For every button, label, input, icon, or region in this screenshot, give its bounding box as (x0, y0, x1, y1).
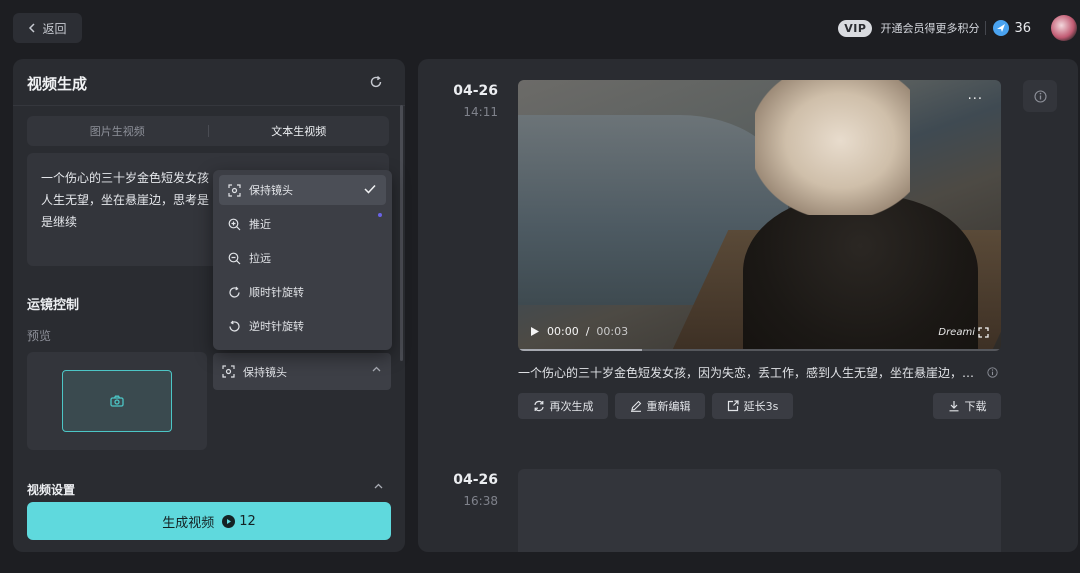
result-date: 04-26 (453, 83, 498, 99)
avatar[interactable] (1051, 15, 1077, 41)
more-icon[interactable]: ··· (968, 92, 983, 107)
points-icon (222, 514, 236, 528)
result-description-text: 一个伤心的三十岁金色短发女孩，因为失恋，丢工作，感到人生无望，坐在悬崖边，思..… (518, 366, 981, 380)
panel-title: 视频生成 (27, 75, 88, 93)
info-icon (1033, 89, 1047, 103)
check-icon (364, 184, 376, 194)
video-settings-label[interactable]: 视频设置 (27, 481, 75, 498)
video-controls: 00:00 / 00:03 (530, 325, 628, 338)
camera-mode-dropdown: 保持镜头 推近 拉远 顺时针旋转 逆时针旋转 (213, 170, 392, 350)
camera-control-label: 运镜控制 (27, 298, 80, 313)
generate-label: 生成视频 (162, 515, 215, 531)
dropdown-item-rotate-cw[interactable]: 顺时针旋转 (219, 277, 386, 307)
info-button[interactable] (1023, 80, 1057, 112)
video-total-time: 00:03 (596, 325, 629, 338)
chevron-left-icon (29, 23, 36, 33)
dropdown-item-label: 保持镜头 (249, 184, 293, 197)
results-panel: 04-26 14:11 ··· 00:00 / 00:03 Dreami 一个伤… (418, 59, 1078, 552)
vip-badge[interactable]: VIP (838, 19, 873, 37)
regenerate-label: 再次生成 (549, 400, 594, 413)
prompt-line: 人生无望，坐在悬崖边，思考是 (41, 193, 210, 207)
back-label: 返回 (42, 21, 67, 36)
re-edit-button[interactable]: 重新编辑 (615, 393, 705, 419)
dropdown-item-label: 推近 (249, 218, 271, 231)
fullscreen-icon[interactable] (978, 327, 989, 338)
dropdown-item-label: 顺时针旋转 (249, 286, 304, 299)
regenerate-icon (533, 400, 544, 412)
divider (985, 21, 987, 35)
back-button[interactable]: 返回 (13, 13, 82, 43)
camera-select-value: 保持镜头 (243, 365, 287, 379)
dropdown-item-zoom-out[interactable]: 拉远 (219, 243, 386, 273)
video-progress-fill (518, 349, 642, 351)
preview-label: 预览 (27, 329, 52, 343)
points-count: 36 (1014, 20, 1031, 36)
points-icon (993, 20, 1010, 36)
zoom-out-icon (228, 252, 241, 264)
camera-preview (27, 352, 207, 450)
video-frame (755, 80, 910, 215)
dropdown-item-label: 拉远 (249, 252, 271, 265)
keep-camera-icon (222, 365, 235, 378)
video-progress-bar[interactable] (518, 349, 1001, 351)
result-description: 一个伤心的三十岁金色短发女孩，因为失恋，丢工作，感到人生无望，坐在悬崖边，思..… (518, 364, 1001, 381)
result-date: 04-26 (453, 472, 498, 488)
edit-icon (630, 400, 641, 412)
dropdown-item-keep-camera[interactable]: 保持镜头 (219, 175, 386, 205)
zoom-in-icon (228, 218, 241, 230)
prompt-line: 一个伤心的三十岁金色短发女孩 (41, 171, 210, 185)
regenerate-button[interactable]: 再次生成 (518, 393, 608, 419)
divider (13, 105, 405, 106)
generate-cost-value: 12 (239, 513, 256, 529)
extend-button[interactable]: 延长3s (712, 393, 793, 419)
extend-label: 延长3s (743, 400, 779, 413)
extend-icon (727, 400, 739, 412)
refresh-icon[interactable] (369, 75, 383, 89)
camera-icon (110, 395, 124, 407)
rotate-ccw-icon (229, 320, 240, 332)
mode-tabs: 图片生视频 文本生视频 (27, 116, 389, 146)
dropdown-item-label: 逆时针旋转 (249, 320, 304, 333)
download-label: 下载 (964, 400, 987, 413)
generate-cost: 12 (222, 514, 256, 529)
preview-frame (62, 370, 172, 432)
dropdown-item-zoom-in[interactable]: 推近 (219, 209, 386, 239)
indicator-dot (378, 213, 382, 217)
dropdown-item-rotate-ccw[interactable]: 逆时针旋转 (219, 311, 386, 341)
camera-mode-select[interactable]: 保持镜头 (213, 353, 391, 390)
video-placeholder[interactable] (518, 469, 1001, 552)
result-time: 16:38 (463, 494, 498, 508)
tab-text-to-video[interactable]: 文本生视频 (209, 123, 390, 139)
info-icon[interactable] (987, 367, 998, 378)
watermark: Dreami (938, 327, 975, 338)
chevron-up-icon[interactable] (374, 483, 383, 489)
account-bar: VIP 开通会员得更多积分 36 (838, 15, 1080, 41)
video-current-time: 00:00 (547, 325, 579, 338)
tab-image-to-video[interactable]: 图片生视频 (27, 123, 208, 139)
vip-upgrade-link[interactable]: 开通会员得更多积分 (880, 20, 979, 36)
play-icon[interactable] (530, 326, 540, 337)
result-time: 14:11 (463, 105, 498, 119)
rotate-cw-icon (229, 286, 240, 298)
video-time-separator: / (585, 325, 590, 338)
re-edit-label: 重新编辑 (646, 400, 691, 413)
generate-video-button[interactable]: 生成视频 12 (27, 502, 391, 540)
prompt-line: 是继续 (41, 215, 78, 229)
scrollbar[interactable] (400, 105, 403, 361)
chevron-up-icon (372, 366, 381, 372)
video-player[interactable]: ··· 00:00 / 00:03 Dreami (518, 80, 1001, 351)
keep-camera-icon (228, 183, 241, 197)
download-icon (949, 401, 958, 412)
download-button[interactable]: 下载 (933, 393, 1001, 419)
